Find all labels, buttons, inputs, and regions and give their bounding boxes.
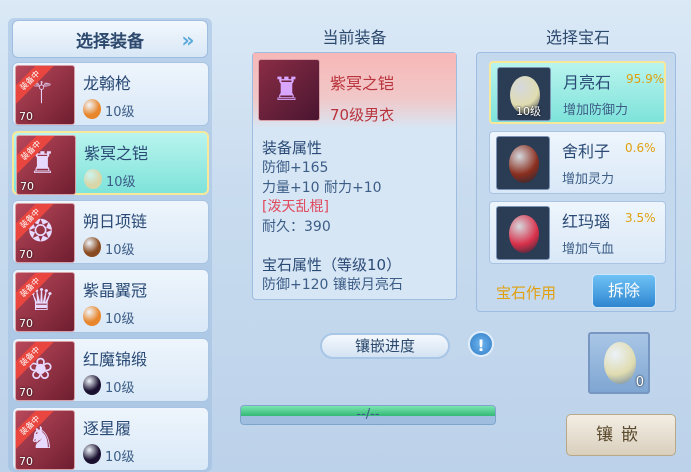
attribute-line: 防御+165 bbox=[262, 160, 329, 176]
select-gem-title: 选择宝石 bbox=[545, 28, 610, 47]
gem-name: 红玛瑙 bbox=[562, 212, 611, 231]
equipment-level: 70 bbox=[20, 180, 34, 193]
current-equipment-title: 当前装备 bbox=[322, 28, 387, 47]
current-equipment-name: 紫冥之铠 bbox=[330, 74, 395, 93]
equipment-item[interactable]: ♞ 装备中 70 逐星履 10级 bbox=[12, 407, 209, 471]
select-equipment-header: 选择装备 » bbox=[12, 20, 208, 58]
gem-icon bbox=[84, 169, 102, 189]
equipment-item[interactable]: ❂ 装备中 70 朔日项链 10级 bbox=[12, 200, 209, 264]
gem-percent: 95.9% bbox=[626, 72, 665, 86]
equipment-level: 70 bbox=[19, 317, 33, 330]
equipment-name: 逐星履 bbox=[83, 419, 132, 438]
gem-shape bbox=[509, 215, 539, 253]
gem-icon bbox=[496, 136, 550, 190]
gem-slot[interactable]: 0 bbox=[588, 332, 650, 394]
gem-effect: 增加灵力 bbox=[562, 172, 615, 187]
durability: 耐久：390 bbox=[262, 219, 331, 235]
equipment-level: 70 bbox=[19, 386, 33, 399]
equipment-item[interactable]: ♜ 装备中 70 紫冥之铠 10级 bbox=[12, 131, 209, 195]
equipment-level: 70 bbox=[19, 455, 33, 468]
gem-slot-count: 0 bbox=[635, 375, 644, 390]
equipment-name: 紫晶翼冠 bbox=[83, 281, 148, 300]
equipment-name: 朔日项链 bbox=[83, 212, 148, 231]
gem-icon bbox=[83, 444, 101, 464]
gem-shape bbox=[509, 145, 539, 183]
gem-attributes-title: 宝石属性（等级10） bbox=[262, 256, 402, 274]
equipment-icon: ♛ 装备中 70 bbox=[15, 272, 75, 332]
equipment-attributes-title: 装备属性 bbox=[262, 139, 323, 157]
equipment-item[interactable]: ❀ 装备中 70 红魔锦缎 10级 bbox=[12, 338, 209, 402]
gem-icon bbox=[83, 306, 101, 326]
gem-level: 10级 bbox=[105, 105, 135, 120]
equipment-item[interactable]: ♛ 装备中 70 紫晶翼冠 10级 bbox=[12, 269, 209, 333]
equipment-icon: ♞ 装备中 70 bbox=[15, 410, 75, 470]
info-icon[interactable]: ! bbox=[468, 331, 494, 357]
gem-icon bbox=[83, 375, 101, 395]
equipment-level: 70 bbox=[19, 110, 33, 123]
gem-name: 月亮石 bbox=[563, 73, 612, 92]
equipment-icon: ❂ 装备中 70 bbox=[15, 203, 75, 263]
gem-icon bbox=[83, 237, 101, 257]
gem-item[interactable]: 红玛瑙 3.5% 增加气血 bbox=[489, 201, 666, 264]
gem-percent: 0.6% bbox=[625, 141, 656, 155]
gem-name: 舍利子 bbox=[562, 142, 611, 161]
current-equipment-desc: 70级男衣 bbox=[330, 106, 395, 124]
gem-effect-label[interactable]: 宝石作用 bbox=[496, 282, 556, 303]
progress-text: --/-- bbox=[356, 407, 380, 422]
moonstone-icon bbox=[604, 342, 636, 384]
gem-icon bbox=[496, 206, 550, 260]
gem-level: 10级 bbox=[105, 312, 135, 327]
armor-icon: ♜ bbox=[258, 59, 320, 121]
double-chevron-icon[interactable]: » bbox=[175, 27, 201, 53]
select-equipment-title: 选择装备 bbox=[76, 31, 144, 52]
gem-item[interactable]: 10级 月亮石 95.9% 增加防御力 bbox=[489, 61, 666, 124]
inlay-button[interactable]: 镶嵌 bbox=[566, 414, 676, 456]
gem-percent: 3.5% bbox=[625, 211, 656, 225]
gem-level: 10级 bbox=[105, 243, 135, 258]
gem-attribute-line: 防御+120 镶嵌月亮石 bbox=[262, 277, 403, 293]
gem-effect: 增加防御力 bbox=[563, 103, 629, 118]
equipment-icon: ⚚ 装备中 70 bbox=[15, 65, 75, 125]
gem-level: 10级 bbox=[105, 381, 135, 396]
equipment-name: 红魔锦缎 bbox=[83, 350, 148, 369]
gem-level: 10级 bbox=[106, 175, 136, 190]
equipment-icon: ❀ 装备中 70 bbox=[15, 341, 75, 401]
equipment-name: 紫冥之铠 bbox=[84, 144, 149, 163]
equipment-item[interactable]: ⚚ 装备中 70 龙翰枪 10级 bbox=[12, 62, 209, 126]
gem-item[interactable]: 舍利子 0.6% 增加灵力 bbox=[489, 131, 666, 194]
gem-icon bbox=[83, 99, 101, 119]
gem-level: 10级 bbox=[105, 450, 135, 465]
special-skill: [泼天乱棍] bbox=[262, 199, 329, 215]
inlay-progress-label: 镶嵌进度 bbox=[320, 333, 450, 359]
gem-level: 10级 bbox=[516, 105, 541, 118]
equipment-level: 70 bbox=[19, 248, 33, 261]
equipment-name: 龙翰枪 bbox=[83, 74, 132, 93]
attribute-line: 力量+10 耐力+10 bbox=[262, 180, 382, 196]
gem-icon: 10级 bbox=[497, 67, 551, 121]
dismantle-button[interactable]: 拆除 bbox=[592, 274, 656, 308]
equipment-icon: ♜ 装备中 70 bbox=[16, 135, 76, 195]
gem-effect: 增加气血 bbox=[562, 242, 615, 257]
